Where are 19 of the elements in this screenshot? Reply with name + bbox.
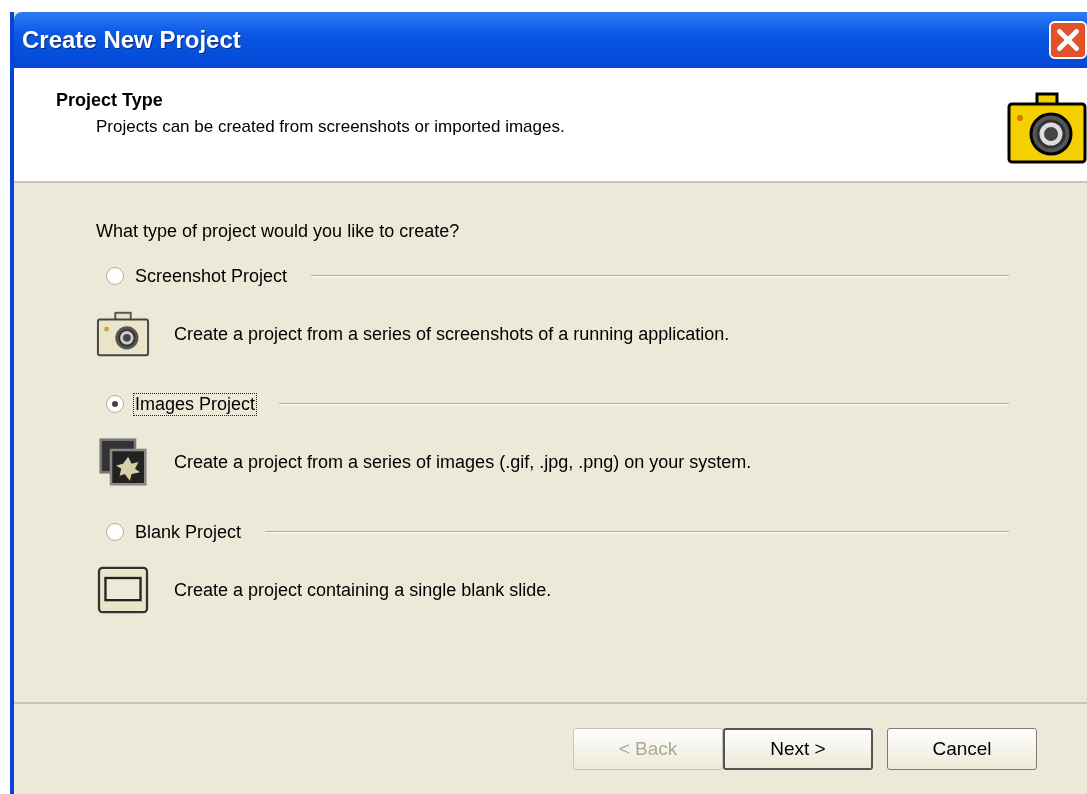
question-text: What type of project would you like to create? — [96, 221, 461, 242]
option-description: Create a project from a series of images (.gif, .jpg, .png) on your system. — [174, 451, 752, 473]
close-icon[interactable] — [1049, 21, 1087, 59]
radio-option[interactable]: Blank Project — [106, 520, 244, 544]
stacked-images-icon — [96, 438, 150, 486]
camera-icon — [1007, 92, 1087, 164]
wizard-button[interactable]: Cancel — [887, 728, 1037, 770]
window-title: Create New Project — [22, 26, 241, 54]
option-description: Create a project from a series of screenshots of a running application. — [174, 323, 730, 345]
blank-slide-icon — [96, 566, 150, 614]
option-description: Create a project containing a single blank slide. — [174, 579, 552, 601]
wizard-button[interactable]: Next > — [723, 728, 873, 770]
radio-button[interactable] — [106, 267, 124, 285]
page-subtitle: Projects can be created from screenshots or imported images. — [96, 117, 565, 137]
radio-button[interactable] — [106, 523, 124, 541]
radio-button[interactable] — [106, 395, 124, 413]
radio-option[interactable]: Screenshot Project — [106, 264, 290, 288]
camera-icon — [96, 310, 150, 358]
page-title: Project Type — [56, 90, 164, 111]
